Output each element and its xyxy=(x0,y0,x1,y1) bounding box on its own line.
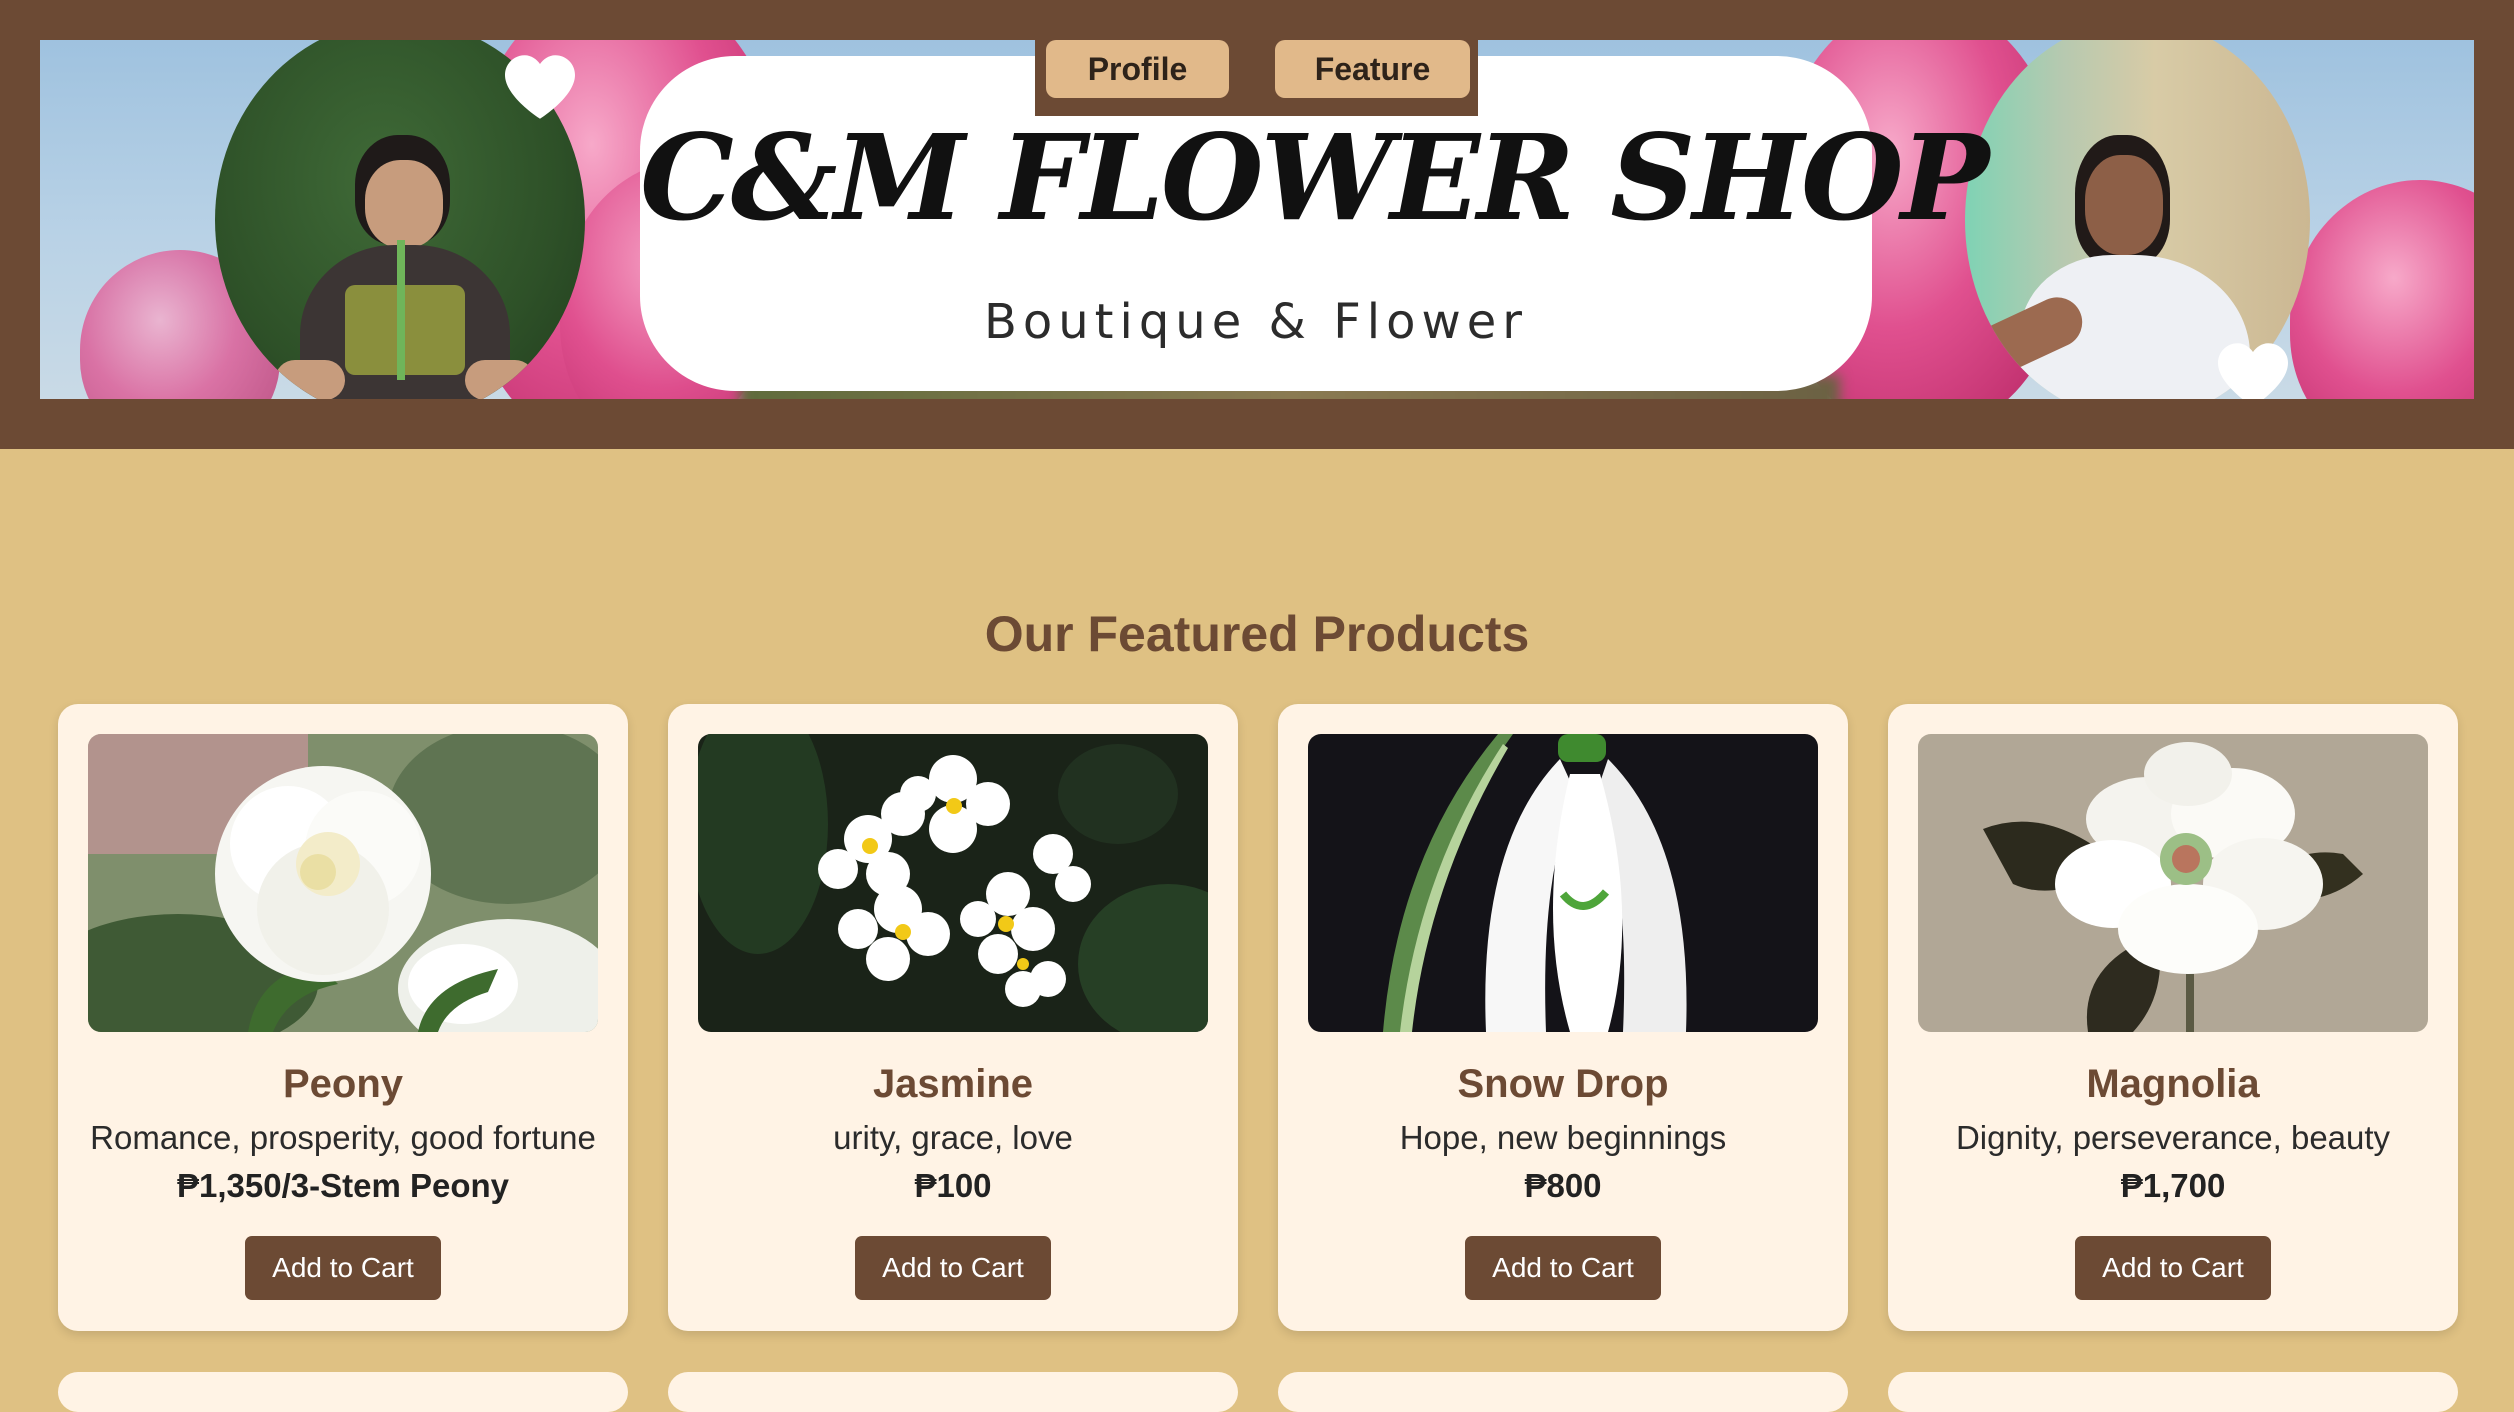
lanyard xyxy=(397,240,405,380)
person-face xyxy=(2085,155,2163,255)
top-nav: Profile Feature xyxy=(1035,28,1478,116)
product-card-next-row xyxy=(668,1372,1238,1412)
product-price: ₱100 xyxy=(914,1167,992,1204)
tulip-decoration xyxy=(2290,180,2474,399)
product-name: Peony xyxy=(282,1062,404,1106)
nav-feature-button[interactable]: Feature xyxy=(1275,40,1470,98)
product-price: ₱800 xyxy=(1524,1167,1602,1204)
product-name: Jasmine xyxy=(872,1062,1034,1106)
heart-icon xyxy=(2218,343,2288,399)
add-to-cart-button[interactable]: Add to Cart xyxy=(1465,1236,1661,1300)
product-image-peony xyxy=(88,734,598,1032)
shop-name: C&M FLOWER SHOP xyxy=(640,108,1990,247)
nav-profile-button[interactable]: Profile xyxy=(1046,40,1229,98)
product-name: Snow Drop xyxy=(1457,1062,1669,1106)
section-title: Our Featured Products xyxy=(984,606,1530,662)
heart-icon xyxy=(505,55,575,119)
product-image-snow-drop xyxy=(1308,734,1818,1032)
product-price: ₱1,350/3-Stem Peony xyxy=(177,1167,509,1204)
product-card-jasmine: Jasmine urity, grace, love ₱100 Add to C… xyxy=(668,704,1238,1331)
product-card-peony: Peony Romance, prosperity, good fortune … xyxy=(58,704,628,1331)
product-description: urity, grace, love xyxy=(833,1119,1073,1156)
shop-tagline: Boutique & Flower xyxy=(983,294,1529,350)
site-header: C&M FLOWER SHOP Boutique & Flower Profil… xyxy=(0,0,2514,449)
product-card-next-row xyxy=(1888,1372,2458,1412)
add-to-cart-button[interactable]: Add to Cart xyxy=(2075,1236,2271,1300)
shirt-print xyxy=(345,285,465,375)
product-image-jasmine xyxy=(698,734,1208,1032)
product-card-next-row xyxy=(58,1372,628,1412)
product-name: Magnolia xyxy=(2086,1062,2260,1106)
product-description: Romance, prosperity, good fortune xyxy=(90,1119,596,1156)
product-description: Hope, new beginnings xyxy=(1399,1119,1727,1156)
product-description: Dignity, perseverance, beauty xyxy=(1955,1119,2391,1156)
product-card-magnolia: Magnolia Dignity, perseverance, beauty ₱… xyxy=(1888,704,2458,1331)
product-card-snow-drop: Snow Drop Hope, new beginnings ₱800 Add … xyxy=(1278,704,1848,1331)
product-image-magnolia xyxy=(1918,734,2428,1032)
add-to-cart-button[interactable]: Add to Cart xyxy=(245,1236,441,1300)
add-to-cart-button[interactable]: Add to Cart xyxy=(855,1236,1051,1300)
person-hand xyxy=(465,360,535,399)
product-card-next-row xyxy=(1278,1372,1848,1412)
product-price: ₱1,700 xyxy=(2120,1167,2226,1204)
person-face xyxy=(365,160,443,248)
person-hand xyxy=(275,360,345,399)
